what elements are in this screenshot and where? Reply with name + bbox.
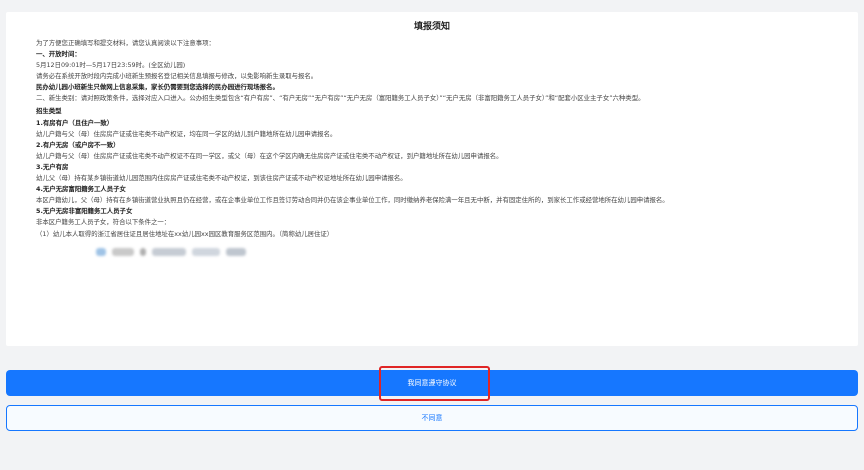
notice-type-5-item-1: （1）幼儿本人取得的浙江省居住证且居住地址在xx幼儿园xx园区教育服务区范围内。…	[36, 229, 334, 238]
highlight-box	[379, 366, 490, 401]
notice-title: 填报须知	[413, 22, 450, 32]
notice-open-time: 5月12日09:01时—5月17日23:59时。(全区幼儿园)	[36, 61, 186, 70]
disagree-button[interactable]: 不同意	[6, 405, 858, 431]
notice-type-3-text: 幼儿父（母）持有某乡镇街道幼儿园范围内住房房产证或住宅类不动产权证，到该住房产证…	[36, 174, 407, 183]
notice-type-4-heading: 4.无户无房富阳籍务工人员子女	[36, 185, 126, 194]
notice-type-1-heading: 1.有房有户（且住户一致）	[36, 118, 114, 127]
notice-type-5-heading: 5.无户无房非富阳籍务工人员子女	[36, 207, 133, 216]
notice-private-note: 民办幼儿园小班新生只做网上信息采集，家长仍需要到您选择的民办园进行现场报名。	[36, 83, 279, 92]
notice-section-category: 二、新生类别：请对照政策条件，选择对应入口进入。公办招生类型包含“有户有房”、“…	[36, 94, 645, 103]
notice-type-2-heading: 2.有户无房（或户房不一致）	[36, 140, 120, 149]
disagree-button-label: 不同意	[421, 414, 443, 422]
notice-type-4-text: 本区户籍幼儿，父（母）持有在乡镇街道营业执照且仍在经营，或在企事业单位工作且签订…	[36, 196, 669, 205]
notice-type-1-text: 幼儿户籍与父（母）住房房产证或住宅类不动产权证，均在同一学区的幼儿到户籍地所在幼…	[36, 129, 337, 138]
notice-enroll-types-heading: 招生类型	[36, 107, 62, 116]
blurred-redacted-text	[18, 246, 846, 258]
notice-type-3-heading: 3.无户有房	[36, 162, 69, 171]
notice-intro: 为了方便您正确填写和提交材料，请您认真阅读以下注意事项：	[36, 39, 215, 47]
notice-type-5-text: 非本区户籍务工人员子女，符合以下条件之一：	[36, 218, 171, 227]
notice-type-2-text: 幼儿户籍与父（母）住房房产证或住宅类不动产权证不在同一学区，或父（母）在这个学区…	[36, 151, 503, 160]
notice-section-open-time: 一、开放时间：	[36, 50, 81, 59]
notice-open-time-note: 请务必在系统开放时段内完成小班新生预报名登记相关信息填报与修改，以免影响新生录取…	[36, 72, 318, 81]
notice-card: 填报须知 为了方便您正确填写和提交材料，请您认真阅读以下注意事项： 一、开放时间…	[6, 12, 858, 346]
